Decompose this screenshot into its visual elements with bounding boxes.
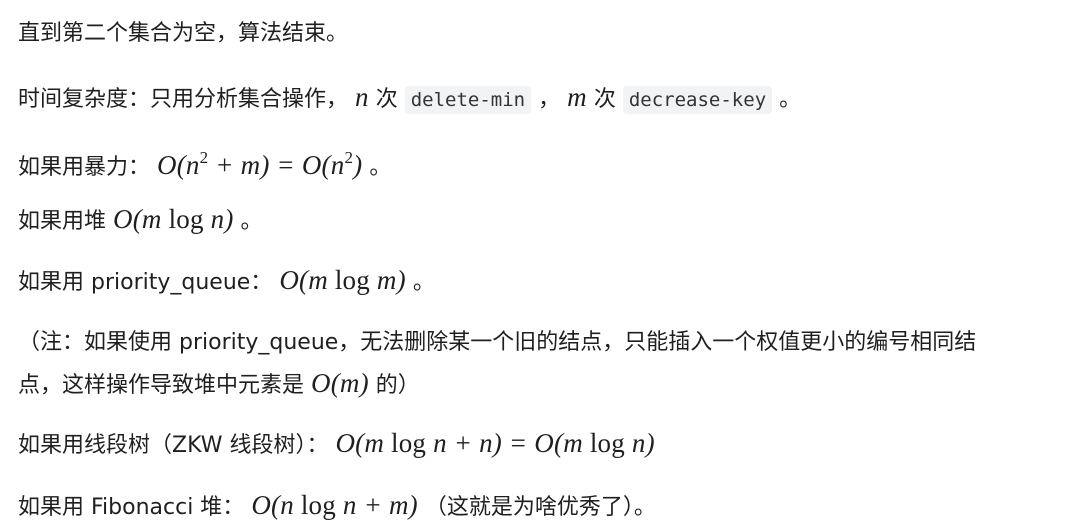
math-part: n)	[203, 204, 234, 234]
code-delete-min: delete-min	[404, 86, 532, 114]
math-log: log	[334, 265, 370, 295]
math-m: m	[567, 82, 587, 112]
math-part: O(n	[251, 490, 301, 520]
math-n: n	[355, 82, 369, 112]
math-formula: O(m log m)	[279, 265, 406, 295]
paragraph-brute-force: 如果用暴力： O(n2 + m) = O(n2) 。	[18, 139, 391, 187]
math-formula: O(n2 + m) = O(n2)	[157, 148, 363, 180]
math-part: n)	[624, 428, 655, 458]
text: 点，这样操作导致堆中元素是	[18, 373, 305, 398]
math-part: n + m)	[335, 490, 418, 520]
math-formula: O(m log n + n) = O(m log n)	[335, 428, 654, 458]
math-part: O(m	[279, 265, 335, 295]
math-part: + m) = O(n	[208, 150, 345, 180]
text: 如果用线段树（ZKW 线段树）：	[18, 433, 329, 458]
paragraph-segment-tree: 如果用线段树（ZKW 线段树）： O(m log n + n) = O(m lo…	[18, 424, 655, 465]
text: 直到第二个集合为空，算法结束。	[18, 21, 349, 46]
text: 如果用 Fibonacci 堆：	[18, 495, 245, 520]
math-part: O(n	[157, 150, 200, 180]
math-formula: O(m log n)	[113, 204, 234, 234]
paragraph-complexity: 时间复杂度：只用分析集合操作， n 次 delete-min ， m 次 dec…	[18, 78, 801, 119]
paragraph-priority-queue: 如果用 priority_queue： O(m log m) 。	[18, 261, 435, 302]
code-decrease-key: decrease-key	[622, 86, 773, 114]
math-log: log	[168, 204, 204, 234]
text: 次	[593, 87, 616, 112]
math-part: )	[353, 150, 363, 180]
text: 。	[779, 87, 802, 112]
math-log: log	[300, 490, 336, 520]
paragraph-heap: 如果用堆 O(m log n) 。	[18, 200, 263, 241]
math-part: n + n) = O(m	[426, 428, 590, 458]
math-exponent: 2	[344, 148, 354, 167]
text: （这就是为啥优秀了）。	[424, 495, 656, 520]
text: 如果用暴力：	[18, 155, 151, 180]
text: 如果用堆	[18, 209, 107, 234]
text: ，	[538, 87, 561, 112]
text: 。	[412, 270, 435, 295]
text: 时间复杂度：只用分析集合操作，	[18, 87, 349, 112]
math-formula: O(n log n + m)	[251, 490, 418, 520]
text: 。	[240, 209, 263, 234]
math-log: log	[589, 428, 625, 458]
text: （注：如果使用 priority_queue，无法删除某一个旧的结点，只能插入一…	[18, 330, 977, 355]
paragraph-fibonacci-heap: 如果用 Fibonacci 堆： O(n log n + m) （这就是为啥优秀…	[18, 486, 656, 527]
paragraph-note-line1: （注：如果使用 priority_queue，无法删除某一个旧的结点，只能插入一…	[18, 324, 976, 362]
math-log: log	[391, 428, 427, 458]
math-part: O(m	[335, 428, 392, 458]
text: 的）	[375, 373, 420, 398]
math-part: O(m	[113, 204, 169, 234]
math-formula: O(m)	[311, 368, 369, 398]
math-part: m)	[369, 265, 406, 295]
paragraph-end-condition: 直到第二个集合为空，算法结束。	[18, 15, 348, 53]
text: 次	[375, 87, 398, 112]
text: 如果用 priority_queue：	[18, 270, 273, 295]
paragraph-note-line2: 点，这样操作导致堆中元素是 O(m) 的）	[18, 364, 420, 405]
text: 。	[369, 155, 392, 180]
math-exponent: 2	[199, 148, 209, 167]
